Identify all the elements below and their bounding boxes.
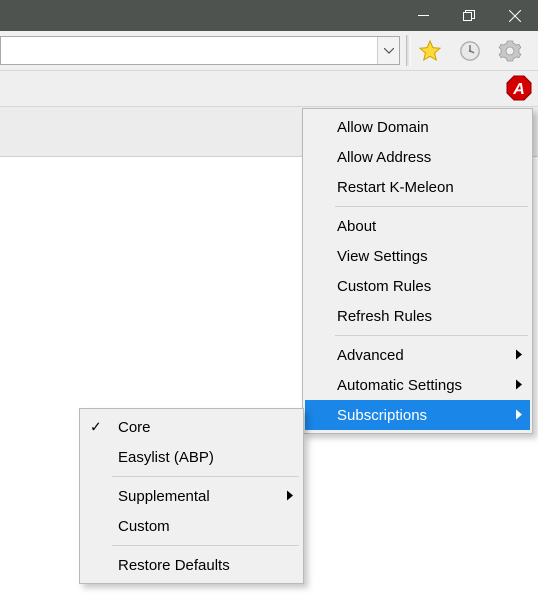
main-toolbar xyxy=(0,31,538,71)
menu-item-label: Allow Domain xyxy=(337,119,429,136)
menu-view-settings[interactable]: View Settings xyxy=(305,241,530,271)
menu-item-label: Allow Address xyxy=(337,149,431,166)
menu-separator xyxy=(335,335,528,336)
menu-allow-domain[interactable]: Allow Domain xyxy=(305,112,530,142)
menu-item-label: Restore Defaults xyxy=(118,557,230,574)
address-input[interactable] xyxy=(1,37,377,64)
menu-refresh-rules[interactable]: Refresh Rules xyxy=(305,301,530,331)
menu-item-label: About xyxy=(337,218,376,235)
adblock-button[interactable]: A xyxy=(506,75,532,101)
menu-subscriptions[interactable]: Subscriptions xyxy=(305,400,530,430)
menu-separator xyxy=(335,206,528,207)
submenu-restore-defaults[interactable]: Restore Defaults xyxy=(82,550,301,580)
toolbar-separator xyxy=(406,35,411,66)
gear-icon xyxy=(498,39,522,63)
menu-automatic-settings[interactable]: Automatic Settings xyxy=(305,370,530,400)
star-icon xyxy=(418,39,442,63)
menu-item-label: Automatic Settings xyxy=(337,377,462,394)
checkmark-icon: ✓ xyxy=(90,419,102,436)
subscriptions-submenu: ✓ Core Easylist (ABP) Supplemental Custo… xyxy=(79,408,304,584)
submenu-easylist[interactable]: Easylist (ABP) xyxy=(82,442,301,472)
submenu-arrow-icon xyxy=(516,347,522,364)
menu-item-label: Core xyxy=(118,419,151,436)
submenu-supplemental[interactable]: Supplemental xyxy=(82,481,301,511)
svg-text:A: A xyxy=(512,81,525,98)
menu-separator xyxy=(112,545,299,546)
menu-item-label: Subscriptions xyxy=(337,407,427,424)
address-dropdown-button[interactable] xyxy=(377,37,399,64)
menu-item-label: Advanced xyxy=(337,347,404,364)
adblock-icon: A xyxy=(506,75,532,101)
menu-item-label: View Settings xyxy=(337,248,428,265)
secondary-toolbar: A xyxy=(0,71,538,107)
submenu-core[interactable]: ✓ Core xyxy=(82,412,301,442)
menu-item-label: Restart K-Meleon xyxy=(337,179,454,196)
clock-icon xyxy=(459,40,481,62)
close-button[interactable] xyxy=(492,0,538,31)
submenu-arrow-icon xyxy=(287,488,293,505)
menu-advanced[interactable]: Advanced xyxy=(305,340,530,370)
minimize-button[interactable] xyxy=(400,0,446,31)
menu-allow-address[interactable]: Allow Address xyxy=(305,142,530,172)
maximize-button[interactable] xyxy=(446,0,492,31)
menu-item-label: Custom xyxy=(118,518,170,535)
address-bar xyxy=(0,36,400,65)
menu-custom-rules[interactable]: Custom Rules xyxy=(305,271,530,301)
menu-item-label: Custom Rules xyxy=(337,278,431,295)
chevron-down-icon xyxy=(384,48,394,54)
window-titlebar xyxy=(0,0,538,31)
menu-about[interactable]: About xyxy=(305,211,530,241)
history-button[interactable] xyxy=(454,35,486,67)
settings-button[interactable] xyxy=(494,35,526,67)
adblock-context-menu: Allow Domain Allow Address Restart K-Mel… xyxy=(302,108,533,434)
submenu-custom[interactable]: Custom xyxy=(82,511,301,541)
submenu-arrow-icon xyxy=(516,377,522,394)
submenu-arrow-icon xyxy=(516,407,522,424)
toolbar-icon-group xyxy=(414,35,526,67)
menu-separator xyxy=(112,476,299,477)
menu-item-label: Supplemental xyxy=(118,488,210,505)
menu-restart[interactable]: Restart K-Meleon xyxy=(305,172,530,202)
bookmarks-button[interactable] xyxy=(414,35,446,67)
menu-item-label: Easylist (ABP) xyxy=(118,449,214,466)
menu-item-label: Refresh Rules xyxy=(337,308,432,325)
